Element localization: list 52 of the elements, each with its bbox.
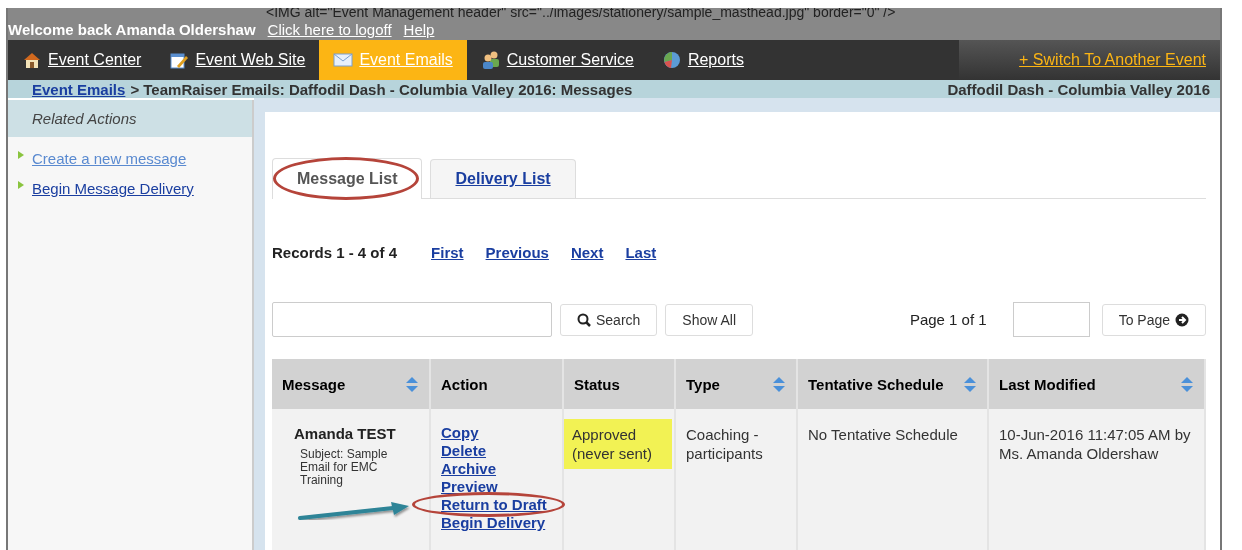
people-icon [480,50,501,70]
notepad-pencil-icon [169,50,190,70]
house-icon [22,50,42,70]
status-text: Approved (never sent) [564,419,672,469]
search-button[interactable]: Search [560,303,658,336]
pager-link[interactable]: First [431,243,464,261]
pager-link[interactable]: Previous [485,243,549,261]
nav-tab[interactable]: Reports [647,40,758,80]
action-link[interactable]: Delete [441,442,487,459]
pie-chart-icon [661,50,682,70]
schedule-text: No Tentative Schedule [808,425,959,444]
page-indicator: Page 1 of 1 [909,311,987,328]
action-link[interactable]: Copy [441,424,479,441]
nav-tab[interactable]: Customer Service [466,40,648,80]
search-field[interactable] [272,302,552,337]
welcome-text: Welcome back Amanda Oldershaw [8,21,256,38]
to-page-button[interactable]: To Page [1101,303,1206,336]
column-header: Message [282,375,346,393]
action-link[interactable]: Archive [441,460,497,477]
sidebar-link[interactable]: Begin Message Delivery [32,179,194,197]
bullet-icon [18,181,24,189]
column-header: Tentative Schedule [808,375,944,393]
pager-link[interactable]: Next [570,243,604,261]
sidebar-title: Related Actions [8,100,252,137]
breadcrumb-link[interactable]: Event Emails [32,80,126,98]
column-header: Action [441,375,488,393]
search-icon [577,312,591,327]
column-header: Status [574,375,620,393]
action-link[interactable]: Return to Draft [441,496,547,513]
column-header: Type [686,375,720,393]
action-link[interactable]: Preview [441,478,498,495]
modified-text: 10-Jun-2016 11:47:05 AM by Ms. Amanda Oldershaw [999,425,1192,463]
show-all-button[interactable]: Show All [665,303,754,336]
arrow-circle-icon [1175,312,1189,327]
envelope-icon [333,50,354,70]
page-number-field[interactable] [1012,302,1090,337]
message-name: Amanda TEST [293,425,397,442]
message-subject: Subject: Sample Email for EMC Training [299,448,389,487]
records-count: Records 1 - 4 of 4 [272,243,398,261]
event-name: Daffodil Dash - Columbia Valley 2016 [947,80,1210,98]
type-text: Coaching - participants [686,425,764,463]
column-header: Last Modified [999,375,1096,393]
pager-link[interactable]: Last [625,243,657,261]
breadcrumb-text: > TeamRaiser Emails: Daffodil Dash - Columbia Valley 2016: Messages [130,80,633,98]
tab[interactable]: Delivery List [430,159,576,198]
header-link[interactable]: Help [403,21,435,38]
bullet-icon [18,151,24,159]
nav-tab[interactable]: Event Web Site [155,40,320,80]
tab[interactable]: Message List [272,158,423,199]
header-link[interactable]: Click here to logoff [267,21,392,38]
action-link[interactable]: Begin Delivery [441,514,546,531]
nav-tab[interactable]: Event Center [8,40,156,80]
